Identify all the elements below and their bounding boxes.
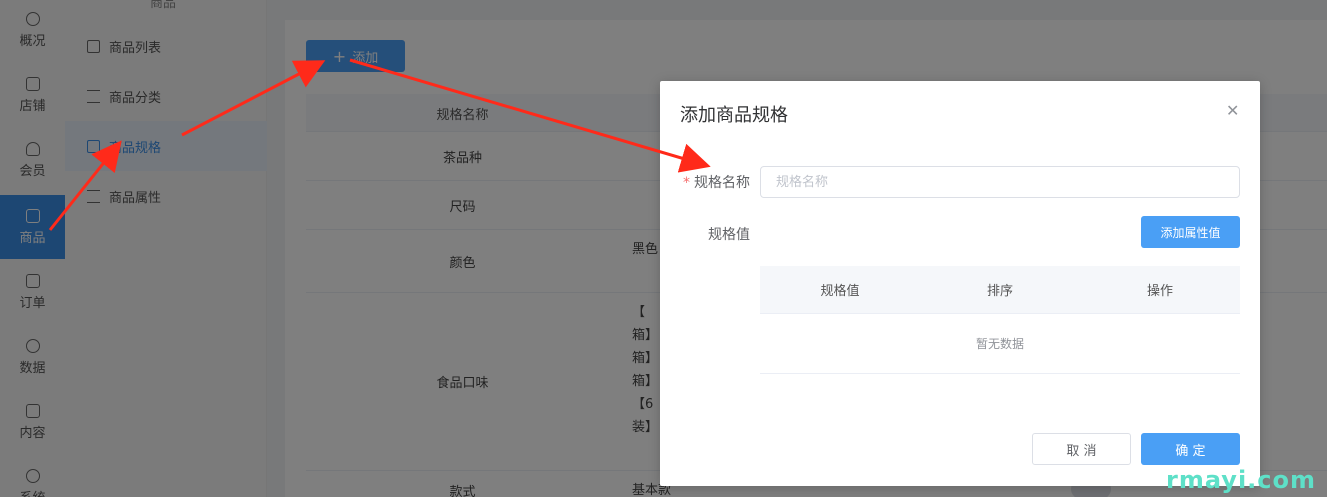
column-header-sort: 排序 bbox=[986, 284, 1013, 299]
close-icon[interactable]: ✕ bbox=[1226, 101, 1239, 120]
add-spec-dialog: 添加商品规格 ✕ *规格名称 规格值 添加属性值 规格值 排序 操作 暂无数据 … bbox=[660, 81, 1260, 486]
spec-values-table-header: 规格值 排序 操作 bbox=[760, 266, 1240, 314]
empty-text: 暂无数据 bbox=[760, 314, 1240, 374]
column-header-value: 规格值 bbox=[820, 284, 860, 299]
spec-values-table: 规格值 排序 操作 暂无数据 bbox=[760, 266, 1240, 374]
required-mark: * bbox=[683, 175, 690, 191]
confirm-button[interactable]: 确 定 bbox=[1141, 433, 1240, 465]
spec-name-label-text: 规格名称 bbox=[694, 175, 750, 191]
dialog-title: 添加商品规格 bbox=[680, 105, 788, 126]
watermark-logo: rmayi.com bbox=[1166, 466, 1317, 494]
add-attr-value-button[interactable]: 添加属性值 bbox=[1141, 216, 1240, 248]
spec-name-label: * 规格名称 bbox=[660, 172, 750, 192]
spec-values-label: 规格值 bbox=[708, 227, 750, 243]
cancel-button[interactable]: 取 消 bbox=[1032, 433, 1131, 465]
column-header-action: 操作 bbox=[1146, 284, 1173, 299]
spec-name-input[interactable] bbox=[760, 166, 1240, 198]
